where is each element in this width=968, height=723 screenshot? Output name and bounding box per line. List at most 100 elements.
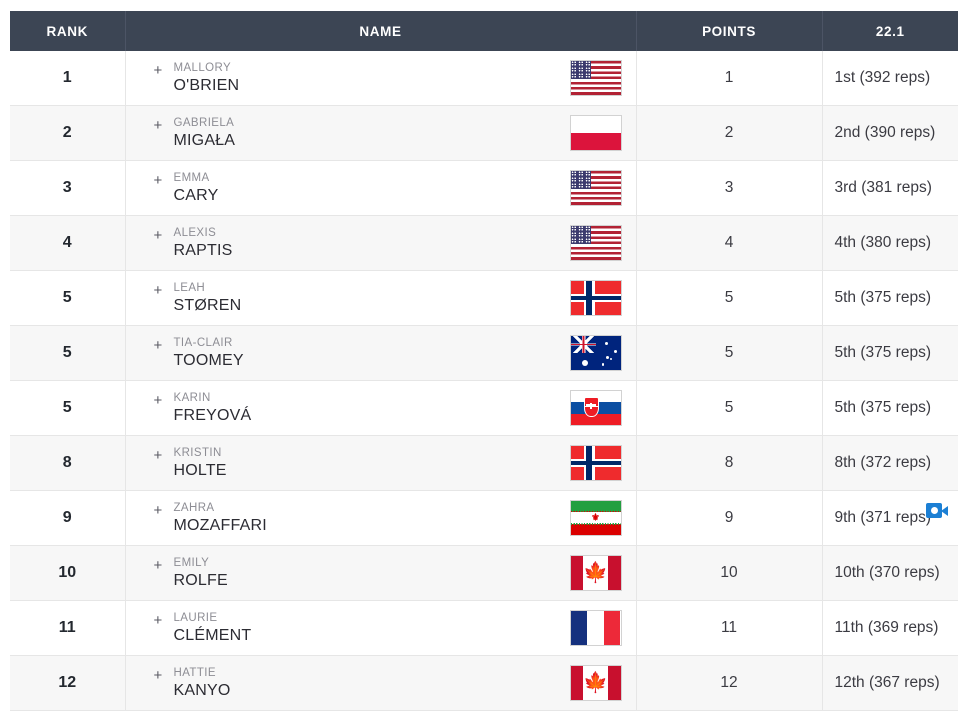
expand-athlete-icon[interactable]: + [154, 61, 170, 79]
athlete-first-name: TIA-CLAIR [173, 336, 233, 349]
expand-athlete-icon[interactable]: + [154, 281, 170, 299]
australia-flag [569, 335, 622, 371]
score-text: 9th (371 reps) [834, 509, 932, 526]
table-row[interactable]: 12 + HATTIE KANYO 🍁 12 12th (367 reps) [10, 655, 958, 711]
table-row[interactable]: 11 + LAURIE CLÉMENT 11 11th (369 reps) [10, 600, 958, 656]
athlete-last-name: KANYO [173, 681, 231, 699]
flag-container [569, 390, 636, 426]
column-header-name[interactable]: NAME [125, 11, 637, 51]
united-states-flag [569, 225, 622, 261]
column-header-rank[interactable]: RANK [10, 11, 126, 51]
canada-flag: 🍁 [569, 665, 622, 701]
score-text: 5th (375 reps) [834, 344, 932, 361]
flag-container [569, 225, 636, 261]
name-cell: + MALLORY O'BRIEN [125, 51, 637, 106]
expand-athlete-icon[interactable]: + [154, 391, 170, 409]
athlete-first-name: HATTIE [173, 666, 216, 679]
score-text: 1st (392 reps) [834, 69, 931, 86]
score-cell: 5th (375 reps) [822, 326, 958, 381]
athlete-last-name: MOZAFFARI [173, 516, 267, 534]
rank-cell: 5 [10, 380, 126, 436]
score-cell: 3rd (381 reps) [822, 161, 958, 216]
expand-athlete-icon[interactable]: + [154, 116, 170, 134]
header-row: RANK NAME POINTS 22.1 [10, 11, 958, 51]
points-cell: 8 [636, 435, 823, 491]
poland-flag [569, 115, 622, 151]
leaderboard-container: RANK NAME POINTS 22.1 1 + MALLORY O'BRIEN 1 1… [0, 0, 968, 711]
athlete-first-name: EMILY [173, 556, 210, 569]
table-row[interactable]: 5 + KARIN FREYOVÁ 5 5th (375 reps) [10, 380, 958, 436]
expand-athlete-icon[interactable]: + [154, 611, 170, 629]
athlete-last-name: HOLTE [173, 461, 227, 479]
rank-cell: 10 [10, 545, 126, 601]
flag-container [569, 170, 636, 206]
score-text: 11th (369 reps) [834, 619, 939, 636]
rank-cell: 1 [10, 51, 126, 106]
rank-cell: 8 [10, 435, 126, 491]
table-row[interactable]: 5 + LEAH STØREN 5 5th (375 reps) [10, 270, 958, 326]
column-header-points[interactable]: POINTS [636, 11, 823, 51]
united-states-flag [569, 60, 622, 96]
points-cell: 1 [636, 51, 823, 106]
points-cell: 3 [636, 160, 823, 216]
athlete-last-name: ROLFE [173, 571, 228, 589]
points-cell: 5 [636, 325, 823, 381]
rank-cell: 3 [10, 160, 126, 216]
expand-athlete-icon[interactable]: + [154, 171, 170, 189]
slovakia-flag [569, 390, 622, 426]
score-cell: 11th (369 reps) [822, 601, 958, 656]
points-cell: 5 [636, 380, 823, 436]
score-text: 5th (375 reps) [834, 289, 932, 306]
athlete-last-name: TOOMEY [173, 351, 244, 369]
rank-cell: 11 [10, 600, 126, 656]
rank-cell: 5 [10, 270, 126, 326]
flag-container: ⚜ [569, 500, 636, 536]
score-cell: 2nd (390 reps) [822, 106, 958, 161]
france-flag [569, 610, 622, 646]
expand-athlete-icon[interactable]: + [154, 446, 170, 464]
flag-container [569, 115, 636, 151]
table-body: 1 + MALLORY O'BRIEN 1 1st (392 reps) 2 + GABRIEL… [10, 51, 958, 711]
table-row[interactable]: 8 + KRISTIN HOLTE 8 8th (372 reps) [10, 435, 958, 491]
table-row[interactable]: 1 + MALLORY O'BRIEN 1 1st (392 reps) [10, 51, 958, 106]
points-cell: 2 [636, 105, 823, 161]
table-row[interactable]: 9 + ZAHRA MOZAFFARI ⚜ 9 9th (371 reps) [10, 490, 958, 546]
score-text: 3rd (381 reps) [834, 179, 932, 196]
score-cell: 1st (392 reps) [822, 51, 958, 106]
score-cell: 8th (372 reps) [822, 436, 958, 491]
name-cell: + EMMA CARY [125, 160, 637, 216]
table-row[interactable]: 10 + EMILY ROLFE 🍁 10 10th (370 reps) [10, 545, 958, 601]
expand-athlete-icon[interactable]: + [154, 666, 170, 684]
score-cell: 4th (380 reps) [822, 216, 958, 271]
flag-container [569, 445, 636, 481]
points-cell: 4 [636, 215, 823, 271]
table-row[interactable]: 3 + EMMA CARY 3 3rd (381 reps) [10, 160, 958, 216]
name-cell: + LAURIE CLÉMENT [125, 600, 637, 656]
expand-athlete-icon[interactable]: + [154, 226, 170, 244]
table-row[interactable]: 4 + ALEXIS RAPTIS 4 4th (380 reps) [10, 215, 958, 271]
name-cell: + TIA-CLAIR TOOMEY [125, 325, 637, 381]
leaderboard-table: RANK NAME POINTS 22.1 1 + MALLORY O'BRIEN 1 1… [10, 11, 958, 711]
name-cell: + EMILY ROLFE 🍁 [125, 545, 637, 601]
score-cell: 12th (367 reps) [822, 656, 958, 711]
flag-container [569, 610, 636, 646]
video-icon[interactable] [926, 503, 948, 518]
score-text: 8th (372 reps) [834, 454, 932, 471]
expand-athlete-icon[interactable]: + [154, 501, 170, 519]
norway-flag [569, 445, 622, 481]
table-row[interactable]: 2 + GABRIELA MIGAŁA 2 2nd (390 reps) [10, 105, 958, 161]
points-cell: 11 [636, 600, 823, 656]
rank-cell: 5 [10, 325, 126, 381]
iran-flag: ⚜ [569, 500, 622, 536]
expand-athlete-icon[interactable]: + [154, 336, 170, 354]
points-cell: 5 [636, 270, 823, 326]
points-cell: 12 [636, 655, 823, 711]
rank-cell: 4 [10, 215, 126, 271]
score-cell: 5th (375 reps) [822, 381, 958, 436]
score-text: 4th (380 reps) [834, 234, 932, 251]
column-header-score[interactable]: 22.1 [822, 11, 958, 51]
score-text: 2nd (390 reps) [834, 124, 936, 141]
expand-athlete-icon[interactable]: + [154, 556, 170, 574]
table-row[interactable]: 5 + TIA-CLAIR TOOMEY 5 5th (375 reps) [10, 325, 958, 381]
athlete-first-name: ALEXIS [173, 226, 217, 239]
